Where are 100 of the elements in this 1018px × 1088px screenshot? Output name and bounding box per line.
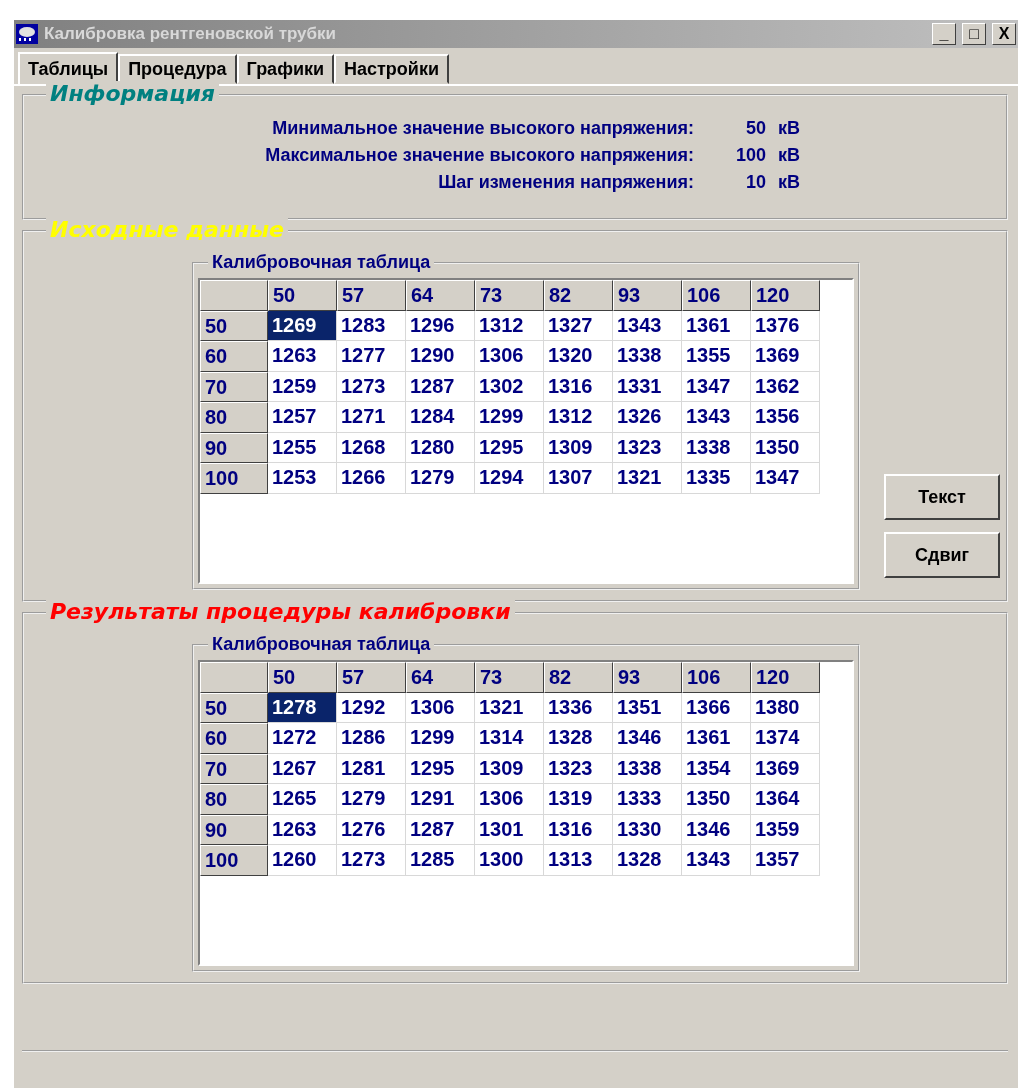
- tab[interactable]: Настройки: [334, 54, 449, 84]
- table-cell[interactable]: 1259: [268, 371, 337, 402]
- table-cell[interactable]: 1362: [751, 371, 820, 402]
- table-cell[interactable]: 1301: [475, 814, 544, 845]
- tab[interactable]: Процедура: [118, 54, 237, 84]
- table-cell[interactable]: 1260: [268, 845, 337, 876]
- table-cell[interactable]: 1380: [751, 692, 820, 723]
- table-cell[interactable]: 1279: [337, 784, 406, 815]
- table-cell[interactable]: 1263: [268, 341, 337, 372]
- table-cell[interactable]: 1294: [475, 463, 544, 494]
- action-button[interactable]: Текст: [884, 474, 1000, 520]
- row-header[interactable]: 100: [200, 463, 268, 494]
- row-header[interactable]: 70: [200, 753, 268, 784]
- table-cell[interactable]: 1284: [406, 402, 475, 433]
- table-cell[interactable]: 1291: [406, 784, 475, 815]
- table-cell[interactable]: 1327: [544, 310, 613, 341]
- table-cell[interactable]: 1283: [337, 310, 406, 341]
- table-cell[interactable]: 1369: [751, 341, 820, 372]
- column-header[interactable]: 120: [751, 662, 820, 693]
- table-cell[interactable]: 1309: [544, 432, 613, 463]
- table-cell[interactable]: 1333: [613, 784, 682, 815]
- row-header[interactable]: 80: [200, 784, 268, 815]
- column-header[interactable]: 82: [544, 280, 613, 311]
- column-header[interactable]: 50: [268, 280, 337, 311]
- table-cell[interactable]: 1356: [751, 402, 820, 433]
- tab[interactable]: Графики: [236, 54, 335, 84]
- column-header[interactable]: 93: [613, 662, 682, 693]
- table-cell[interactable]: 1326: [613, 402, 682, 433]
- table-cell[interactable]: 1355: [682, 341, 751, 372]
- table-cell[interactable]: 1285: [406, 845, 475, 876]
- table-cell[interactable]: 1350: [751, 432, 820, 463]
- table-cell[interactable]: 1343: [682, 845, 751, 876]
- column-header[interactable]: 82: [544, 662, 613, 693]
- column-header[interactable]: 64: [406, 280, 475, 311]
- table-cell[interactable]: 1292: [337, 692, 406, 723]
- table-cell[interactable]: 1366: [682, 692, 751, 723]
- table-cell[interactable]: 1313: [544, 845, 613, 876]
- action-button[interactable]: Сдвиг: [884, 532, 1000, 578]
- column-header[interactable]: 120: [751, 280, 820, 311]
- table-cell[interactable]: 1376: [751, 310, 820, 341]
- table-cell[interactable]: 1281: [337, 753, 406, 784]
- table-cell[interactable]: 1347: [682, 371, 751, 402]
- table-cell[interactable]: 1280: [406, 432, 475, 463]
- row-header[interactable]: 50: [200, 310, 268, 341]
- table-cell[interactable]: 1354: [682, 753, 751, 784]
- table-cell[interactable]: 1321: [475, 692, 544, 723]
- column-header[interactable]: 106: [682, 280, 751, 311]
- minimize-button[interactable]: _: [932, 23, 956, 45]
- table-cell[interactable]: 1316: [544, 814, 613, 845]
- row-header[interactable]: 60: [200, 723, 268, 754]
- close-button[interactable]: X: [992, 23, 1016, 45]
- maximize-button[interactable]: □: [962, 23, 986, 45]
- table-cell[interactable]: 1306: [475, 784, 544, 815]
- row-header[interactable]: 70: [200, 371, 268, 402]
- table-cell[interactable]: 1346: [682, 814, 751, 845]
- table-cell[interactable]: 1314: [475, 723, 544, 754]
- table-cell[interactable]: 1321: [613, 463, 682, 494]
- table-cell[interactable]: 1299: [406, 723, 475, 754]
- table-cell[interactable]: 1323: [613, 432, 682, 463]
- table-cell[interactable]: 1302: [475, 371, 544, 402]
- table-cell[interactable]: 1347: [751, 463, 820, 494]
- table-cell[interactable]: 1276: [337, 814, 406, 845]
- table-cell[interactable]: 1312: [475, 310, 544, 341]
- table-cell[interactable]: 1335: [682, 463, 751, 494]
- column-header[interactable]: 73: [475, 280, 544, 311]
- column-header[interactable]: 106: [682, 662, 751, 693]
- table-cell[interactable]: 1316: [544, 371, 613, 402]
- column-header[interactable]: 50: [268, 662, 337, 693]
- table-cell[interactable]: 1272: [268, 723, 337, 754]
- table-cell[interactable]: 1300: [475, 845, 544, 876]
- table-cell[interactable]: 1267: [268, 753, 337, 784]
- table-cell[interactable]: 1273: [337, 845, 406, 876]
- column-header[interactable]: 93: [613, 280, 682, 311]
- table-cell[interactable]: 1307: [544, 463, 613, 494]
- table-cell[interactable]: 1266: [337, 463, 406, 494]
- table-cell[interactable]: 1338: [613, 341, 682, 372]
- table-cell[interactable]: 1357: [751, 845, 820, 876]
- table-cell[interactable]: 1359: [751, 814, 820, 845]
- table-cell[interactable]: 1350: [682, 784, 751, 815]
- table-cell[interactable]: 1296: [406, 310, 475, 341]
- table-cell[interactable]: 1255: [268, 432, 337, 463]
- table-cell[interactable]: 1295: [406, 753, 475, 784]
- table-cell[interactable]: 1269: [268, 310, 337, 341]
- table-cell[interactable]: 1361: [682, 723, 751, 754]
- table-cell[interactable]: 1257: [268, 402, 337, 433]
- table-cell[interactable]: 1369: [751, 753, 820, 784]
- table-cell[interactable]: 1309: [475, 753, 544, 784]
- table-cell[interactable]: 1331: [613, 371, 682, 402]
- row-header[interactable]: 80: [200, 402, 268, 433]
- table-cell[interactable]: 1351: [613, 692, 682, 723]
- table-cell[interactable]: 1306: [406, 692, 475, 723]
- table-cell[interactable]: 1295: [475, 432, 544, 463]
- column-header[interactable]: 64: [406, 662, 475, 693]
- table-cell[interactable]: 1253: [268, 463, 337, 494]
- column-header[interactable]: 73: [475, 662, 544, 693]
- table-cell[interactable]: 1323: [544, 753, 613, 784]
- row-header[interactable]: 90: [200, 814, 268, 845]
- table-cell[interactable]: 1320: [544, 341, 613, 372]
- row-header[interactable]: 90: [200, 432, 268, 463]
- column-header[interactable]: 57: [337, 662, 406, 693]
